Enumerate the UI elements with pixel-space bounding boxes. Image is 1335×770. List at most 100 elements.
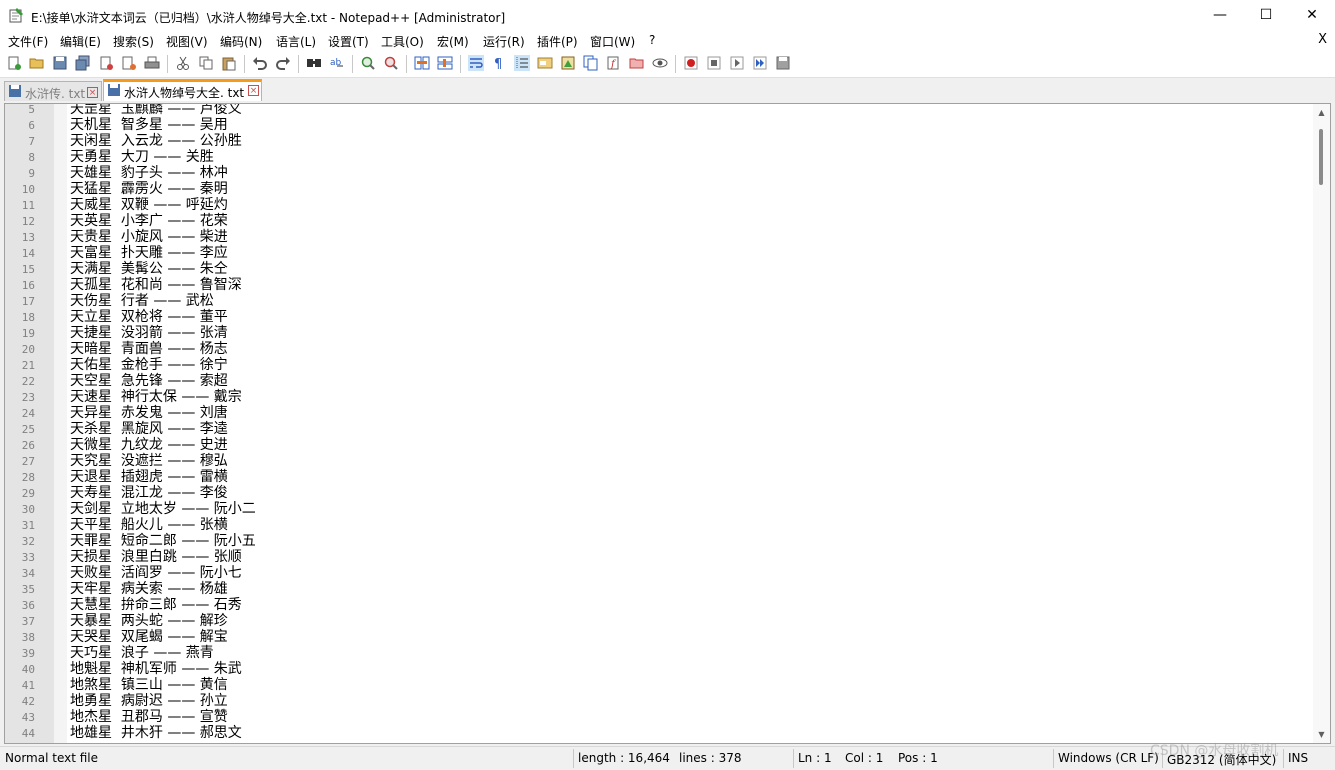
doc-list-icon[interactable] [583,55,599,71]
menu-tools[interactable]: 工具(O) [381,33,424,50]
tab-shuihuzhuan[interactable]: 水浒传. txt × [4,81,102,101]
editor-line[interactable]: 44 地雄星 井木犴 —— 郝思文 [5,725,1305,741]
editor-line[interactable]: 42 地勇星 病尉迟 —— 孙立 [5,693,1305,709]
line-text[interactable]: 天闲星 入云龙 —— 公孙胜 [70,133,242,149]
editor-line[interactable]: 39 天巧星 浪子 —— 燕青 [5,645,1305,661]
menu-settings[interactable]: 设置(T) [328,33,369,50]
line-text[interactable]: 天速星 神行太保 —— 戴宗 [70,389,242,405]
minimize-button[interactable]: — [1197,0,1243,31]
line-text[interactable]: 天英星 小李广 —— 花荣 [70,213,228,229]
scroll-up-icon[interactable]: ▲ [1313,104,1330,121]
line-text[interactable]: 天剑星 立地太岁 —— 阮小二 [70,501,256,517]
line-text[interactable]: 天满星 美髯公 —— 朱仝 [70,261,228,277]
line-text[interactable]: 天富星 扑天雕 —— 李应 [70,245,228,261]
text-editor[interactable]: 5 天罡星 玉麒麟 —— 卢俊义 6 天机星 智多星 —— 吴用 7 天闲星 入云龙 ——… [4,103,1331,744]
menu-language[interactable]: 语言(L) [276,33,316,50]
cut-icon[interactable] [175,55,191,71]
stop-macro-icon[interactable] [706,55,722,71]
close-file-icon[interactable] [98,55,114,71]
line-text[interactable]: 天暴星 两头蛇 —— 解珍 [70,613,228,629]
editor-line[interactable]: 21 天佑星 金枪手 —— 徐宁 [5,357,1305,373]
run-macro-multiple-icon[interactable] [752,55,768,71]
monitoring-icon[interactable] [652,55,668,71]
line-text[interactable]: 天平星 船火儿 —— 张横 [70,517,228,533]
status-eol[interactable]: Windows (CR LF) [1058,751,1159,765]
editor-line[interactable]: 7 天闲星 入云龙 —— 公孙胜 [5,133,1305,149]
show-all-characters-icon[interactable]: ¶ [491,55,507,71]
menu-edit[interactable]: 编辑(E) [60,33,101,50]
line-text[interactable]: 天异星 赤发鬼 —— 刘唐 [70,405,228,421]
function-list-icon[interactable]: f [606,55,622,71]
line-text[interactable]: 地魁星 神机军师 —— 朱武 [70,661,242,677]
menu-encoding[interactable]: 编码(N) [220,33,262,50]
editor-line[interactable]: 9 天雄星 豹子头 —— 林冲 [5,165,1305,181]
scrollbar-thumb[interactable] [1319,129,1323,185]
editor-line[interactable]: 31 天平星 船火儿 —— 张横 [5,517,1305,533]
word-wrap-icon[interactable] [468,55,484,71]
status-insert-mode[interactable]: INS [1288,751,1308,765]
line-text[interactable]: 天暗星 青面兽 —— 杨志 [70,341,228,357]
line-text[interactable]: 地煞星 镇三山 —— 黄信 [70,677,228,693]
editor-line[interactable]: 26 天微星 九纹龙 —— 史进 [5,437,1305,453]
redo-icon[interactable] [275,55,291,71]
editor-line[interactable]: 30 天剑星 立地太岁 —— 阮小二 [5,501,1305,517]
line-text[interactable]: 天寿星 混江龙 —— 李俊 [70,485,228,501]
editor-line[interactable]: 35 天牢星 病关索 —— 杨雄 [5,581,1305,597]
line-text[interactable]: 天微星 九纹龙 —— 史进 [70,437,228,453]
indent-guide-icon[interactable] [514,55,530,71]
menu-macro[interactable]: 宏(M) [437,33,469,50]
menu-file[interactable]: 文件(F) [8,33,48,50]
editor-line[interactable]: 23 天速星 神行太保 —— 戴宗 [5,389,1305,405]
line-text[interactable]: 天立星 双枪将 —— 董平 [70,309,228,325]
close-all-icon[interactable] [121,55,137,71]
line-text[interactable]: 地雄星 井木犴 —— 郝思文 [70,725,242,741]
line-text[interactable]: 天慧星 拚命三郎 —— 石秀 [70,597,242,613]
editor-line[interactable]: 17 天伤星 行者 —— 武松 [5,293,1305,309]
editor-line[interactable]: 6 天机星 智多星 —— 吴用 [5,117,1305,133]
line-text[interactable]: 天巧星 浪子 —— 燕青 [70,645,214,661]
save-icon[interactable] [52,55,68,71]
line-text[interactable]: 天勇星 大刀 —— 关胜 [70,149,214,165]
editor-line[interactable]: 16 天孤星 花和尚 —— 鲁智深 [5,277,1305,293]
editor-line[interactable]: 24 天异星 赤发鬼 —— 刘唐 [5,405,1305,421]
editor-line[interactable]: 28 天退星 插翅虎 —— 雷横 [5,469,1305,485]
editor-line[interactable]: 12 天英星 小李广 —— 花荣 [5,213,1305,229]
editor-line[interactable]: 38 天哭星 双尾蝎 —— 解宝 [5,629,1305,645]
line-text[interactable]: 天孤星 花和尚 —— 鲁智深 [70,277,242,293]
zoom-in-icon[interactable] [360,55,376,71]
find-icon[interactable] [306,55,322,71]
save-macro-icon[interactable] [775,55,791,71]
close-button[interactable]: ✕ [1289,0,1335,31]
editor-lines[interactable]: 5 天罡星 玉麒麟 —— 卢俊义 6 天机星 智多星 —— 吴用 7 天闲星 入云龙 ——… [5,104,1305,741]
line-text[interactable]: 天猛星 霹雳火 —— 秦明 [70,181,228,197]
editor-line[interactable]: 37 天暴星 两头蛇 —— 解珍 [5,613,1305,629]
zoom-out-icon[interactable] [383,55,399,71]
save-all-icon[interactable] [75,55,91,71]
tab-character-nicknames[interactable]: 水浒人物绰号大全. txt × [103,79,262,101]
menu-window[interactable]: 窗口(W) [590,33,635,50]
editor-line[interactable]: 19 天捷星 没羽箭 —— 张清 [5,325,1305,341]
editor-line[interactable]: 41 地煞星 镇三山 —— 黄信 [5,677,1305,693]
define-language-icon[interactable] [537,55,553,71]
scroll-down-icon[interactable]: ▼ [1313,726,1330,743]
editor-line[interactable]: 33 天损星 浪里白跳 —— 张顺 [5,549,1305,565]
editor-line[interactable]: 34 天败星 活阎罗 —— 阮小七 [5,565,1305,581]
line-text[interactable]: 天机星 智多星 —— 吴用 [70,117,228,133]
line-text[interactable]: 天伤星 行者 —— 武松 [70,293,214,309]
menu-help[interactable]: ? [649,33,655,47]
line-text[interactable]: 天空星 急先锋 —— 索超 [70,373,228,389]
maximize-button[interactable]: ☐ [1243,0,1289,31]
paste-icon[interactable] [221,55,237,71]
line-text[interactable]: 天佑星 金枪手 —— 徐宁 [70,357,228,373]
line-text[interactable]: 天威星 双鞭 —— 呼延灼 [70,197,228,213]
doc-map-icon[interactable] [560,55,576,71]
line-text[interactable]: 地杰星 丑郡马 —— 宣赞 [70,709,228,725]
editor-line[interactable]: 10 天猛星 霹雳火 —— 秦明 [5,181,1305,197]
replace-icon[interactable]: ab [329,55,345,71]
editor-line[interactable]: 5 天罡星 玉麒麟 —— 卢俊义 [5,104,1305,117]
print-icon[interactable] [144,55,160,71]
menu-plugins[interactable]: 插件(P) [537,33,578,50]
undo-icon[interactable] [252,55,268,71]
editor-line[interactable]: 27 天究星 没遮拦 —— 穆弘 [5,453,1305,469]
copy-icon[interactable] [198,55,214,71]
